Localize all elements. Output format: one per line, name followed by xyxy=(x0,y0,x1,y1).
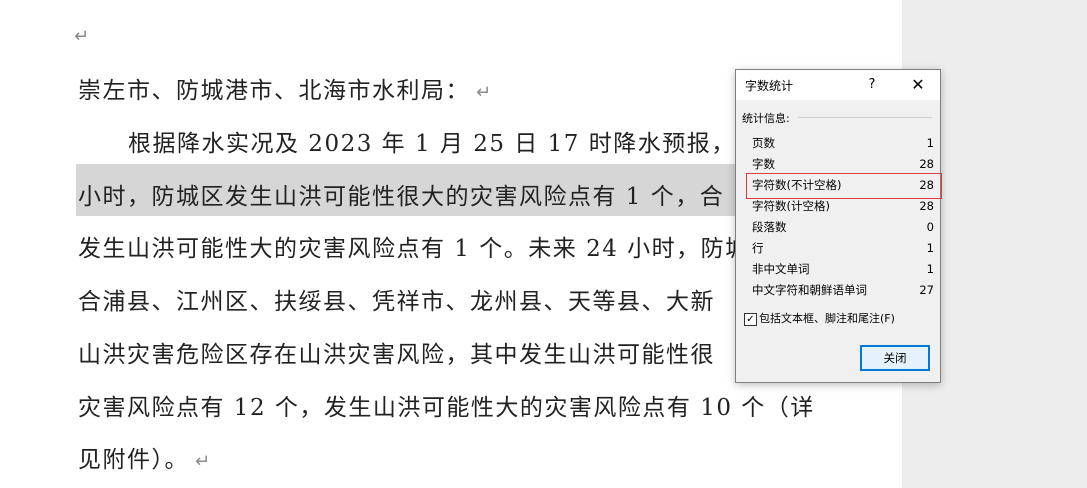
doc-line[interactable]: 见附件）。 ↵ xyxy=(78,440,212,480)
section-label: 统计信息: xyxy=(742,112,790,125)
stat-label: 中文字符和朝鲜语单词 xyxy=(752,283,867,297)
section-divider xyxy=(798,117,932,118)
stat-label: 字数 xyxy=(752,157,775,171)
stat-label: 段落数 xyxy=(752,220,787,234)
doc-line[interactable]: 山洪灾害危险区存在山洪灾害风险，其中发生山洪可能性很 xyxy=(78,335,715,375)
stat-value: 1 xyxy=(926,241,934,255)
stat-value: 1 xyxy=(926,136,934,150)
include-textboxes-checkbox[interactable]: ✓ xyxy=(744,313,757,326)
close-icon[interactable]: ✕ xyxy=(903,73,933,97)
stat-value: 28 xyxy=(919,157,934,171)
help-button[interactable]: ? xyxy=(859,74,885,96)
stat-value: 27 xyxy=(919,283,934,297)
doc-line-text: 见附件）。 xyxy=(78,447,189,473)
stat-row-paragraphs: 段落数 0 xyxy=(752,217,934,237)
doc-line[interactable]: 根据降水实况及 2023 年 1 月 25 日 17 时降水预报，未 xyxy=(128,124,760,164)
paragraph-mark: ↵ xyxy=(476,82,493,103)
stat-row-pages: 页数 1 xyxy=(752,133,934,153)
stat-row-words: 字数 28 xyxy=(752,154,934,174)
close-button[interactable]: 关闭 xyxy=(860,345,930,371)
doc-line[interactable]: 灾害风险点有 12 个，发生山洪可能性大的灾害风险点有 10 个（详 xyxy=(78,388,815,428)
stat-value: 1 xyxy=(926,262,934,276)
doc-line-text: 崇左市、防城港市、北海市水利局： xyxy=(78,78,470,104)
doc-line[interactable]: 合浦县、江州区、扶绥县、凭祥市、龙州县、天等县、大新 xyxy=(78,282,715,322)
stat-row-cjk-chars: 中文字符和朝鲜语单词 27 xyxy=(752,280,934,300)
doc-line-text: 发生山洪可能性大的灾害风险点有 1 个。未来 24 小时，防城 xyxy=(78,236,750,262)
doc-line-text: 山洪灾害危险区存在山洪灾害风险，其中发生山洪可能性很 xyxy=(78,342,715,368)
paragraph-mark: ↵ xyxy=(74,26,90,47)
word-count-dialog: 字数统计 ? ✕ 统计信息: 页数 1 字数 28 字符数(不计空格) 28 字… xyxy=(735,69,941,383)
doc-line-text: 合浦县、江州区、扶绥县、凭祥市、龙州县、天等县、大新 xyxy=(78,289,715,315)
doc-line-text: 根据降水实况及 2023 年 1 月 25 日 17 时降水预报，未 xyxy=(128,131,761,157)
highlight-box xyxy=(746,173,942,199)
stat-label: 字符数(计空格) xyxy=(752,199,830,213)
doc-line-text: 小时，防城区发生山洪可能性很大的灾害风险点有 1 个，合 xyxy=(78,184,725,210)
include-textboxes-label[interactable]: 包括文本框、脚注和尾注(F) xyxy=(759,310,895,326)
stat-label: 页数 xyxy=(752,136,775,150)
doc-line[interactable]: 小时，防城区发生山洪可能性很大的灾害风险点有 1 个，合 xyxy=(78,177,724,217)
doc-line[interactable]: 发生山洪可能性大的灾害风险点有 1 个。未来 24 小时，防城 xyxy=(78,229,750,269)
stat-row-chars-with-space: 字符数(计空格) 28 xyxy=(752,196,934,216)
stat-row-non-chinese-words: 非中文单词 1 xyxy=(752,259,934,279)
paragraph-mark: ↵ xyxy=(195,451,212,472)
stat-row-lines: 行 1 xyxy=(752,238,934,258)
stat-label: 行 xyxy=(752,241,764,255)
stat-label: 非中文单词 xyxy=(752,262,810,276)
dialog-title: 字数统计 xyxy=(745,79,794,93)
dialog-titlebar[interactable]: 字数统计 ? ✕ xyxy=(736,70,940,100)
doc-line[interactable]: 崇左市、防城港市、北海市水利局： ↵ xyxy=(78,71,493,111)
stat-value: 0 xyxy=(926,220,934,234)
stat-value: 28 xyxy=(919,199,934,213)
doc-line-text: 灾害风险点有 12 个，发生山洪可能性大的灾害风险点有 10 个（详 xyxy=(78,395,815,421)
